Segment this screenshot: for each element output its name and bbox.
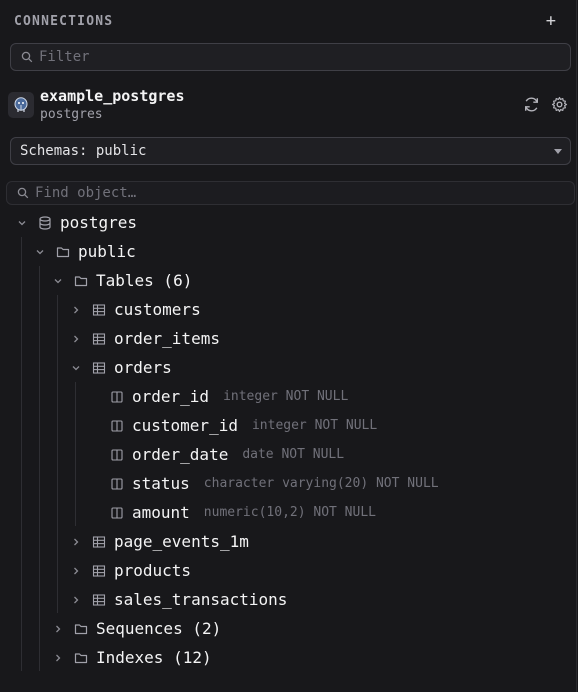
indent-guide — [21, 237, 22, 671]
tree-item-label: postgres — [60, 213, 138, 232]
column-icon — [109, 418, 125, 434]
refresh-icon[interactable] — [523, 96, 540, 117]
folder-icon — [73, 621, 89, 637]
folder-icon — [73, 650, 89, 666]
tree-item-table[interactable]: customers — [69, 295, 201, 324]
tree-item-column[interactable]: amount numeric(10,2) NOT NULL — [109, 498, 376, 527]
tree-item-label: order_items — [114, 329, 220, 348]
tree-item-database[interactable]: postgres — [15, 208, 137, 237]
column-icon — [109, 447, 125, 463]
tree-item-label: Tables (6) — [96, 271, 193, 290]
chevron-right-icon — [69, 332, 83, 346]
connection-item[interactable]: example_postgres postgres — [8, 87, 572, 125]
tree-item-sequences-folder[interactable]: Sequences (2) — [51, 614, 221, 643]
column-name: customer_id — [132, 416, 238, 435]
table-icon — [91, 534, 107, 550]
table-icon — [91, 563, 107, 579]
connections-panel: CONNECTIONS + example_postgres postgres … — [0, 0, 577, 692]
table-icon — [91, 592, 107, 608]
tree-item-label: orders — [114, 358, 172, 377]
object-tree: postgres public Tables (6) customers ord… — [0, 208, 577, 688]
column-icon — [109, 389, 125, 405]
tree-item-column[interactable]: order_date date NOT NULL — [109, 440, 344, 469]
column-icon — [109, 476, 125, 492]
tree-item-schema[interactable]: public — [33, 237, 136, 266]
gear-icon[interactable] — [551, 96, 568, 117]
chevron-down-icon — [51, 274, 65, 288]
tree-item-indexes-folder[interactable]: Indexes (12) — [51, 643, 212, 672]
tree-item-label: public — [78, 242, 136, 261]
column-type: integer NOT NULL — [251, 418, 378, 433]
schema-select[interactable]: Schemas: public — [10, 137, 571, 165]
chevron-right-icon — [69, 535, 83, 549]
chevron-down-icon — [15, 216, 29, 230]
column-name: order_id — [132, 387, 210, 406]
indent-guide — [75, 382, 76, 526]
tree-item-table[interactable]: products — [69, 556, 191, 585]
panel-title: CONNECTIONS — [14, 13, 114, 29]
chevron-right-icon — [51, 622, 65, 636]
tree-item-label: page_events_1m — [114, 532, 249, 551]
column-icon — [109, 505, 125, 521]
find-object-input[interactable] — [35, 185, 535, 201]
chevron-right-icon — [69, 593, 83, 607]
tree-item-column[interactable]: status character varying(20) NOT NULL — [109, 469, 439, 498]
tree-item-table[interactable]: order_items — [69, 324, 220, 353]
tree-item-tables-folder[interactable]: Tables (6) — [51, 266, 192, 295]
filter-box — [10, 43, 571, 71]
chevron-right-icon — [69, 303, 83, 317]
tree-item-column[interactable]: customer_id integer NOT NULL — [109, 411, 377, 440]
find-object-box — [6, 181, 575, 205]
column-type: integer NOT NULL — [223, 389, 349, 404]
column-name: amount — [132, 503, 190, 522]
column-name: status — [132, 474, 190, 493]
chevron-down-icon — [33, 245, 47, 259]
database-icon — [37, 215, 53, 231]
tree-item-label: Indexes (12) — [96, 648, 212, 667]
table-icon — [91, 360, 107, 376]
connection-type: postgres — [40, 107, 103, 122]
tree-item-table[interactable]: orders — [69, 353, 172, 382]
table-icon — [91, 302, 107, 318]
tree-item-column[interactable]: order_id integer NOT NULL — [109, 382, 348, 411]
add-connection-button[interactable]: + — [546, 12, 556, 30]
indent-guide — [57, 295, 58, 613]
filter-input[interactable] — [39, 49, 539, 65]
tree-item-label: Sequences (2) — [96, 619, 222, 638]
folder-icon — [55, 244, 71, 260]
schema-select-value: Schemas: public — [20, 143, 147, 159]
chevron-right-icon — [51, 651, 65, 665]
table-icon — [91, 331, 107, 347]
indent-guide — [39, 266, 40, 671]
tree-item-label: customers — [114, 300, 201, 319]
tree-item-table[interactable]: sales_transactions — [69, 585, 287, 614]
chevron-down-icon — [554, 148, 562, 154]
tree-item-label: sales_transactions — [114, 590, 288, 609]
folder-icon — [73, 273, 89, 289]
column-type: date NOT NULL — [242, 447, 345, 462]
tree-item-label: products — [114, 561, 192, 580]
postgres-logo-icon — [8, 92, 34, 118]
panel-header: CONNECTIONS + — [14, 12, 556, 30]
search-icon — [21, 51, 33, 63]
search-icon — [17, 187, 29, 199]
chevron-down-icon — [69, 361, 83, 375]
column-type: character varying(20) NOT NULL — [203, 476, 439, 491]
tree-item-table[interactable]: page_events_1m — [69, 527, 249, 556]
chevron-right-icon — [69, 564, 83, 578]
column-type: numeric(10,2) NOT NULL — [203, 505, 376, 520]
connection-name: example_postgres — [40, 87, 185, 105]
column-name: order_date — [132, 445, 229, 464]
